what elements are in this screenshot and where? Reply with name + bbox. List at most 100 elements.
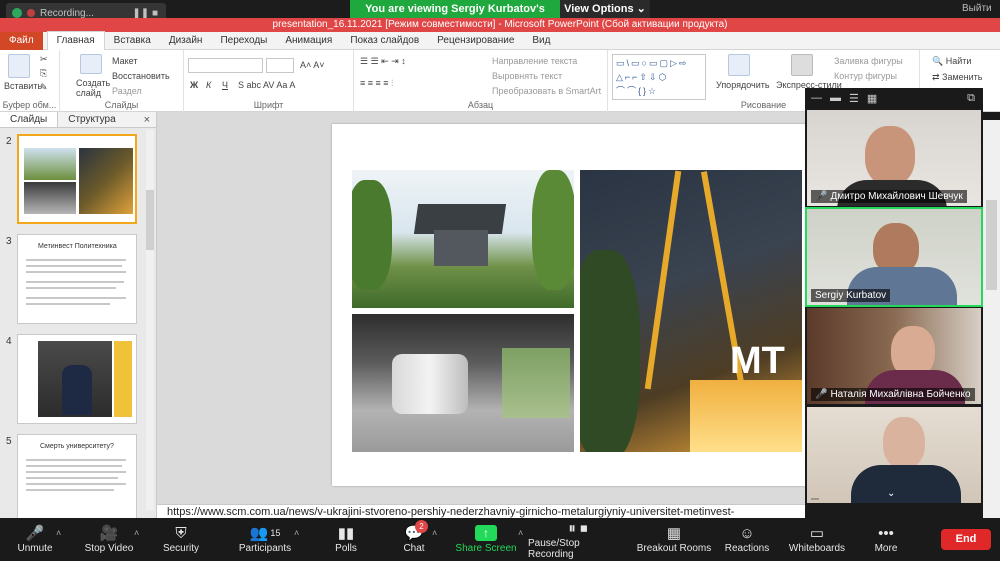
participants-button[interactable]: 👥 15 Participants (236, 518, 294, 561)
whiteboards-button[interactable]: ▭ Whiteboards (784, 518, 850, 561)
thumb-text-line (26, 489, 114, 491)
tab-transitions[interactable]: Переходы (211, 32, 276, 50)
tab-slideshow[interactable]: Показ слайдов (341, 32, 428, 50)
more-button[interactable]: ••• More (866, 518, 906, 561)
thumb-title: Смерть университету? (40, 443, 114, 450)
breakout-rooms-button[interactable]: ▦ Breakout Rooms (636, 518, 712, 561)
paste-label[interactable]: Вставить (4, 81, 42, 91)
exit-label[interactable]: Выйти (962, 3, 992, 14)
tab-view[interactable]: Вид (523, 32, 559, 50)
restore-button[interactable]: Восстановить (112, 71, 170, 81)
record-dot-icon (27, 9, 35, 17)
find-button[interactable]: 🔍 Найти (932, 56, 971, 67)
whiteboard-icon: ▭ (809, 525, 825, 542)
section-button[interactable]: Раздел (112, 86, 142, 96)
video-tile[interactable]: 🎤 Дмитро Михайлович Шевчук (807, 110, 981, 206)
thumb-text-line (26, 465, 122, 467)
chat-button[interactable]: 💬 2 Chat (394, 518, 434, 561)
shape-outline-button[interactable]: Контур фигуры (834, 71, 897, 81)
chevron-up-icon[interactable]: ˄ (518, 528, 523, 538)
tab-insert[interactable]: Вставка (105, 32, 160, 50)
list-icons[interactable]: ☰ ☰ ⇤ ⇥ ↕ (360, 56, 406, 67)
end-meeting-button[interactable]: End (941, 529, 991, 550)
grow-font-icon[interactable]: A˄ A˅ (300, 60, 325, 70)
slide-thumb-5[interactable]: Смерть университету? (17, 434, 137, 524)
filmstrip-icon[interactable]: ☰ (849, 92, 859, 105)
chevron-up-icon[interactable]: ˄ (294, 528, 299, 538)
close-icon[interactable]: × (138, 112, 156, 127)
slide-thumb-2[interactable] (17, 134, 137, 224)
polls-label: Polls (335, 543, 357, 554)
align-text-button[interactable]: Выровнять текст (492, 71, 562, 81)
chevron-down-icon[interactable]: ⌄ (887, 488, 895, 499)
minimize-icon[interactable]: — (811, 92, 822, 104)
italic-icon[interactable]: К (206, 80, 211, 90)
current-slide[interactable]: MT (332, 124, 812, 486)
chevron-up-icon[interactable]: ˄ (432, 528, 437, 538)
convert-smartart-button[interactable]: Преобразовать в SmartArt (492, 86, 601, 96)
align-icons[interactable]: ≡ ≡ ≡ ≡ ⫶ (360, 78, 393, 89)
thumb-stripe (114, 341, 132, 417)
shape-fill-button[interactable]: Заливка фигуры (834, 56, 903, 66)
shapes-gallery[interactable]: ▭\▭○▭▢▷⇨ △⌐⌐⇧⇩⬡ ⌒⌒{}☆ (612, 54, 706, 100)
speaker-view-icon[interactable]: ▬ (830, 92, 841, 104)
workspace-scrollbar[interactable] (983, 120, 1000, 518)
paste-icon[interactable] (8, 54, 30, 78)
thumb-text-line (26, 471, 126, 473)
share-screen-button[interactable]: ↑ Share Screen (454, 518, 518, 561)
tab-design[interactable]: Дизайн (160, 32, 212, 50)
tab-animation[interactable]: Анимация (276, 32, 341, 50)
notes-pane[interactable]: https://www.scm.com.ua/news/v-ukrajini-s… (157, 504, 805, 518)
polls-button[interactable]: ▮▮ Polls (326, 518, 366, 561)
thumb-number: 4 (6, 336, 12, 347)
grid-icon: ▦ (666, 525, 682, 542)
chevron-up-icon[interactable]: ˄ (56, 528, 61, 538)
pause-icon[interactable]: ❚❚ ■ (132, 8, 158, 19)
gallery-icon[interactable]: ▦ (867, 92, 877, 105)
reactions-button[interactable]: ☺ Reactions (722, 518, 772, 561)
slide-thumb-3[interactable]: Метинвест Политехника (17, 234, 137, 324)
stop-video-label: Stop Video (84, 543, 134, 554)
workspace-scroll-thumb[interactable] (986, 200, 997, 290)
tab-review[interactable]: Рецензирование (428, 32, 523, 50)
participant-name: Sergiy Kurbatov (811, 289, 891, 302)
thumb-text-line (26, 287, 116, 289)
text-direction-button[interactable]: Направление текста (492, 56, 577, 66)
slide-thumb-4[interactable] (17, 334, 137, 424)
underline-icon[interactable]: Ч (222, 80, 228, 90)
copy-icon[interactable]: ⎘ (40, 68, 47, 79)
tree-shape (532, 170, 574, 290)
new-slide-label[interactable]: Создать слайд (76, 78, 110, 98)
cut-icon[interactable]: ✂ (40, 54, 48, 65)
font-effects-icon[interactable]: S abc AV Aa A (238, 80, 295, 90)
format-painter-icon[interactable]: ✎ (40, 82, 48, 93)
tab-home[interactable]: Главная (46, 31, 105, 50)
tab-outline[interactable]: Структура (58, 112, 125, 127)
video-tile-active-speaker[interactable]: Sergiy Kurbatov (805, 207, 983, 307)
quick-styles-icon[interactable] (791, 54, 813, 76)
popout-icon[interactable]: ⧉ (967, 92, 975, 105)
tab-file[interactable]: Файл (0, 31, 43, 50)
viewing-banner: You are viewing Sergiy Kurbatov's screen (350, 0, 560, 33)
layout-button[interactable]: Макет (112, 56, 137, 66)
pane-scrollbar[interactable] (146, 130, 154, 510)
arrange-label[interactable]: Упорядочить (716, 80, 770, 90)
unmute-button[interactable]: 🎤 Unmute (12, 518, 58, 561)
new-slide-icon[interactable] (80, 54, 102, 74)
stop-video-button[interactable]: 🎥 Stop Video (80, 518, 138, 561)
font-name-box[interactable] (188, 58, 263, 73)
video-tile[interactable]: 🎤 Наталія Михайлівна Бойченко (807, 308, 981, 404)
pane-scroll-thumb[interactable] (146, 190, 154, 250)
ppt-title-bar: presentation_16.11.2021 [Режим совместим… (0, 18, 1000, 32)
view-options-button[interactable]: View Options ⌄ (560, 0, 650, 18)
arrange-icon[interactable] (728, 54, 750, 76)
font-size-box[interactable] (266, 58, 294, 73)
security-button[interactable]: ⛨ Security (158, 518, 204, 561)
video-tile[interactable]: ⌄ (807, 407, 981, 503)
tab-slides[interactable]: Слайды (0, 112, 59, 127)
bold-icon[interactable]: Ж (190, 80, 198, 90)
chevron-up-icon[interactable]: ˄ (134, 528, 139, 538)
thumb-number: 2 (6, 136, 12, 147)
pause-stop-recording-button[interactable]: ⏸ ⏹ Pause/Stop Recording (528, 518, 628, 561)
replace-button[interactable]: ⇄ Заменить (932, 72, 983, 83)
